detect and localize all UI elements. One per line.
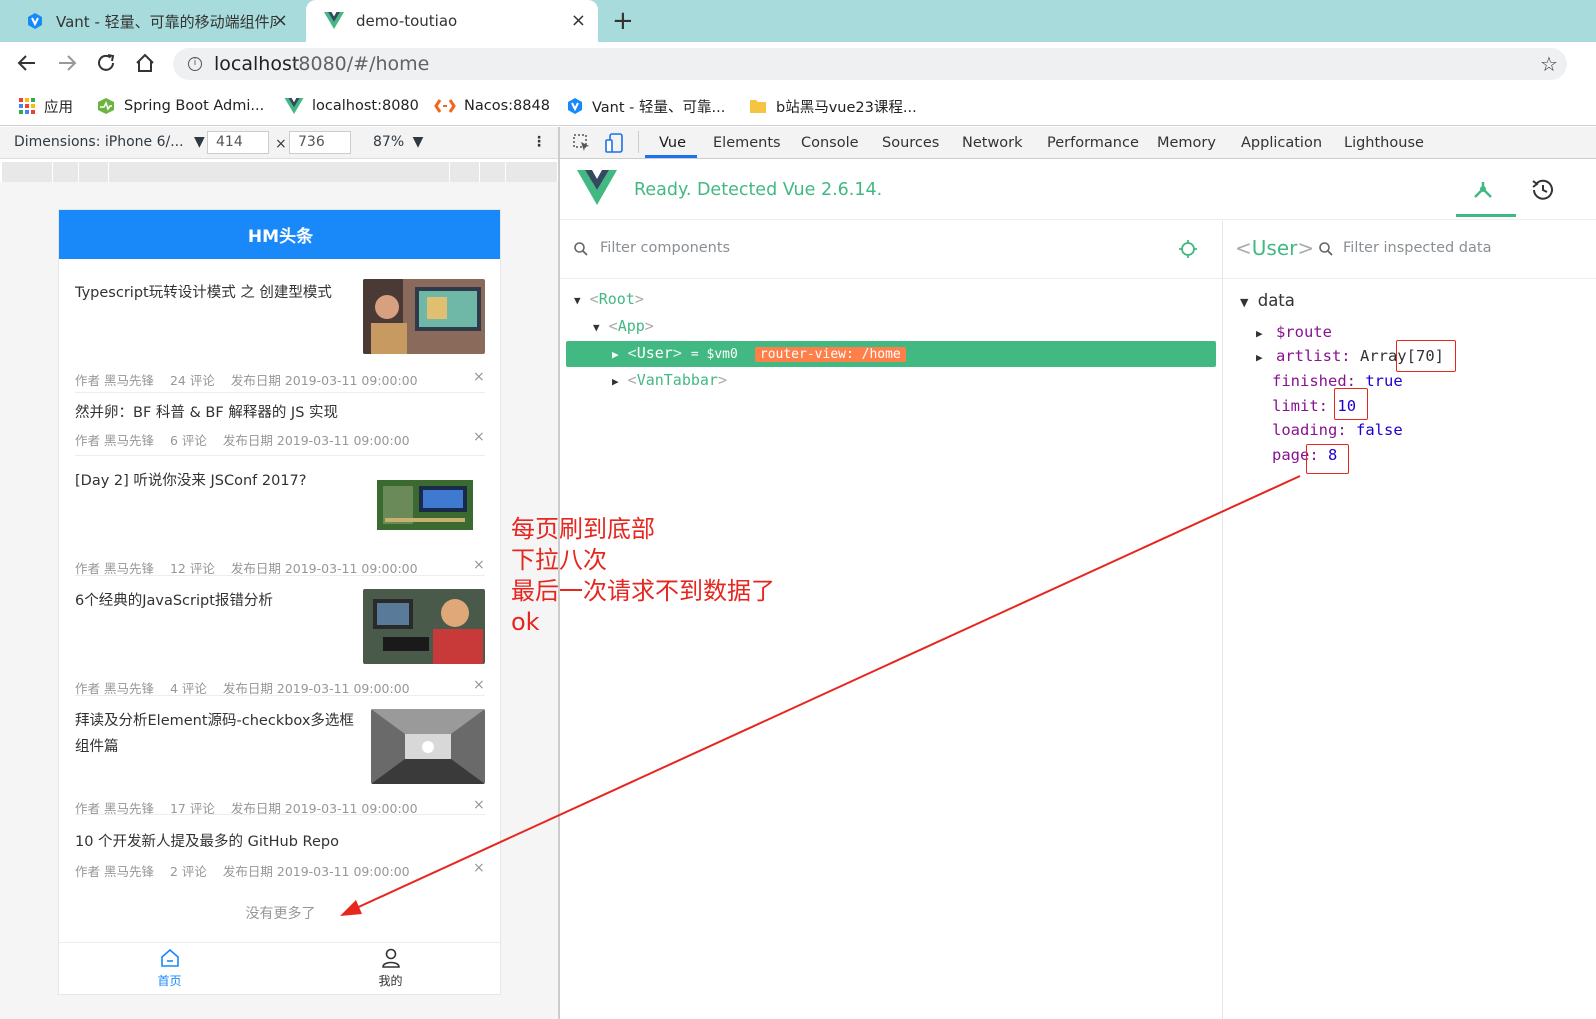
annotation-arrow — [340, 475, 1301, 916]
